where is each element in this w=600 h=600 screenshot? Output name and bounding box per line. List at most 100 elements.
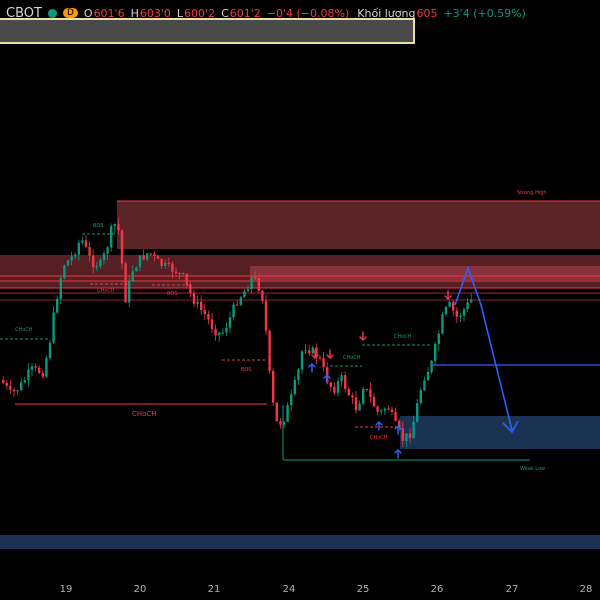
candle-body — [441, 314, 444, 334]
candle-body — [167, 262, 170, 264]
choch-top-label: CHoCH — [97, 288, 115, 294]
candle-body — [189, 284, 192, 294]
x-tick-label: 20 — [133, 584, 147, 595]
candle-body — [48, 342, 52, 359]
candle-body — [254, 277, 257, 279]
candle-body — [394, 412, 397, 421]
candle-body — [207, 314, 210, 320]
demand-zone — [400, 416, 600, 449]
candle-body — [250, 277, 253, 289]
supply-zone-core — [250, 266, 600, 280]
candle-body — [12, 389, 16, 392]
candle-body — [23, 380, 26, 383]
candle-body — [16, 390, 19, 392]
candle-body — [164, 262, 167, 266]
candle-body — [70, 256, 73, 261]
interval-badge: D — [62, 8, 78, 18]
candle-body — [372, 396, 376, 407]
candle-body — [45, 358, 48, 377]
bos-mid-label: BOS — [167, 291, 177, 297]
x-tick-label: 27 — [505, 584, 519, 595]
candle-body — [243, 291, 246, 298]
candle-body — [257, 277, 260, 291]
strong-high-label: Strong High — [517, 190, 547, 196]
candle-body — [124, 263, 127, 303]
candle-body — [102, 253, 106, 261]
candle-body — [117, 224, 120, 231]
candle-body — [81, 240, 84, 243]
candle-body — [470, 299, 473, 303]
candle-body — [210, 319, 214, 329]
candle-body — [455, 310, 458, 317]
candle-body — [59, 278, 62, 299]
candle-body — [329, 382, 332, 387]
candle-body — [131, 271, 134, 281]
candle-body — [437, 333, 440, 344]
candle-body — [426, 372, 430, 381]
candle-body — [448, 301, 451, 307]
candle-body — [268, 330, 271, 371]
candle-body — [106, 247, 109, 254]
candle-body — [200, 301, 203, 310]
candle-body — [311, 347, 314, 354]
candle-body — [452, 301, 455, 311]
candle-body — [9, 385, 12, 390]
candle-body — [221, 332, 224, 334]
candle-body — [63, 265, 66, 279]
choch-right-label: CHoCH — [394, 334, 412, 340]
candle-body — [405, 433, 408, 441]
candle-body — [246, 288, 250, 292]
x-tick-label: 26 — [430, 584, 444, 595]
candle-body — [20, 382, 23, 391]
price-chart[interactable]: Strong High Weak Low CHoCH CHoCH BOS CHo… — [0, 0, 600, 600]
candle-body — [365, 388, 368, 390]
candle-body — [358, 403, 361, 411]
candle-body — [52, 312, 55, 343]
candle-body — [153, 253, 156, 256]
bos-low-label: BOS — [241, 367, 251, 373]
candle-body — [182, 272, 185, 274]
bos-top-label: BOS — [93, 223, 103, 229]
candle-body — [120, 230, 124, 264]
candle-body — [239, 297, 242, 305]
candle-body — [171, 263, 174, 272]
candle-body — [228, 317, 232, 328]
candle-body — [279, 421, 282, 425]
x-tick-label: 19 — [59, 584, 73, 595]
candle-body — [462, 309, 466, 316]
candle-body — [275, 402, 278, 422]
candle-body — [99, 260, 102, 267]
candle-body — [423, 380, 426, 391]
candle-body — [318, 357, 322, 359]
candle-body — [344, 375, 347, 389]
candle-body — [41, 373, 44, 377]
candle-body — [369, 389, 372, 397]
candle-body — [192, 293, 196, 304]
x-tick-label: 28 — [579, 584, 593, 595]
choch-left-label: CHoCH — [15, 327, 33, 333]
candle-body — [412, 421, 415, 439]
candle-body — [135, 267, 138, 272]
candle-body — [408, 433, 412, 439]
candle-body — [88, 246, 91, 256]
candle-body — [38, 367, 41, 374]
candle-body — [261, 290, 264, 301]
candle-body — [362, 388, 365, 404]
candle-body — [300, 351, 304, 370]
volume-change: +3'4 (+0.59%) — [443, 6, 526, 20]
candle-body — [203, 309, 206, 315]
overlay-banner[interactable] — [0, 18, 415, 44]
candle-body — [95, 266, 98, 268]
candle-body — [178, 272, 181, 274]
candle-body — [160, 258, 163, 266]
candle-body — [149, 253, 152, 255]
candle-body — [2, 380, 5, 383]
candle-body — [5, 382, 8, 386]
candle-body — [419, 390, 422, 404]
candle-body — [293, 379, 296, 395]
candle-body — [347, 388, 350, 396]
candle-body — [34, 366, 37, 368]
candle-body — [308, 350, 311, 354]
candle-body — [351, 395, 354, 398]
candle-body — [146, 253, 149, 260]
